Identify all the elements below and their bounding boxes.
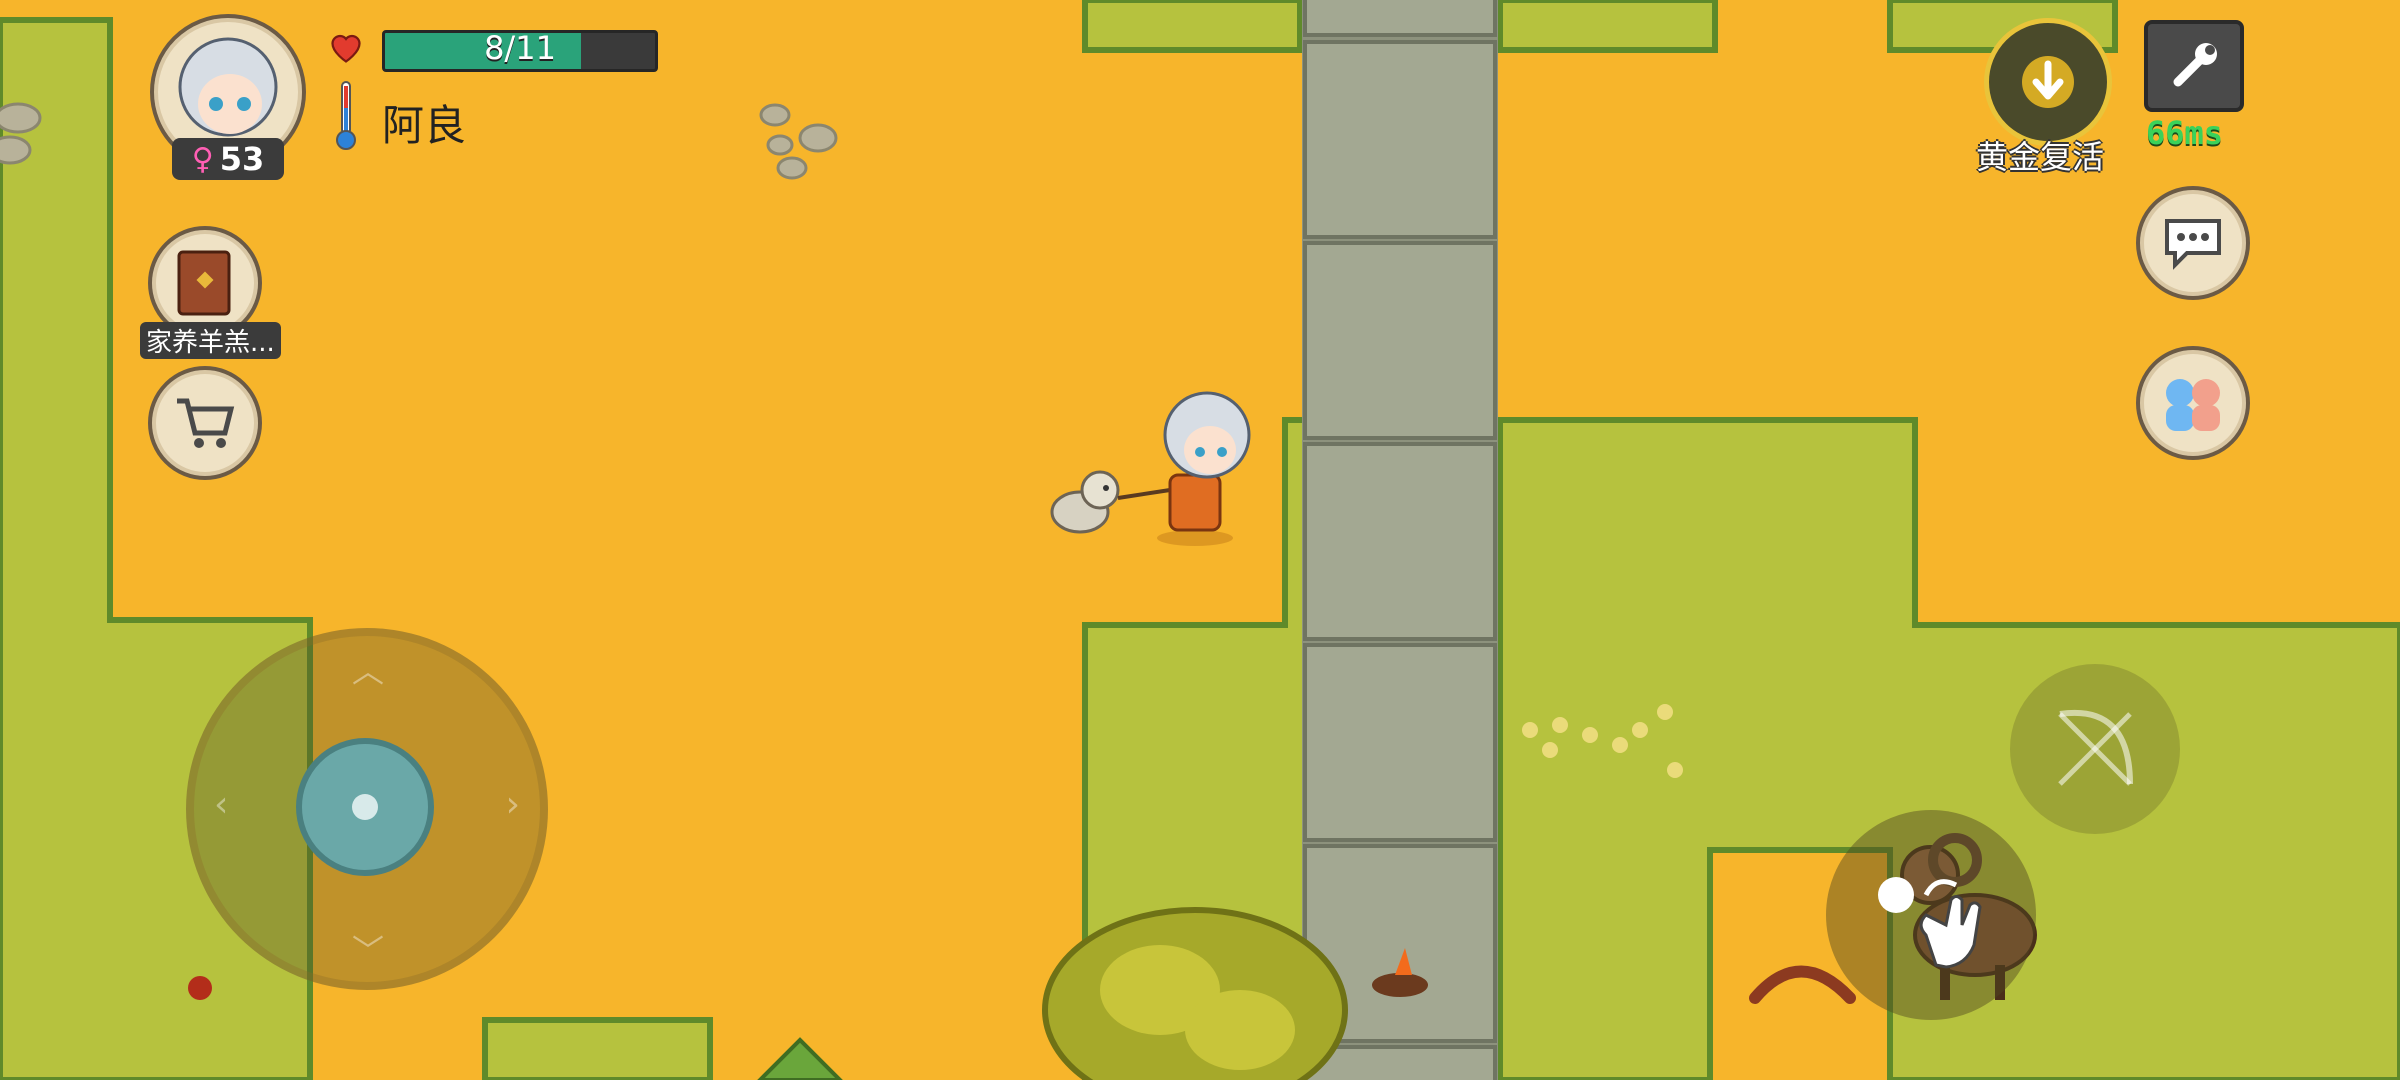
bow-icon	[2058, 709, 2133, 786]
avatar-face-icon	[178, 37, 278, 137]
stone-path	[1302, 0, 1498, 1080]
bush	[1042, 907, 1348, 1080]
arrow-down-icon	[2022, 56, 2074, 108]
tree-top	[757, 1037, 843, 1080]
shopping-cart-icon	[177, 398, 235, 448]
golden-revive-button[interactable]	[1984, 18, 2112, 146]
heart-icon	[328, 30, 364, 66]
wrench-icon	[2173, 43, 2217, 87]
berry[interactable]	[188, 976, 212, 1000]
health-bar: 8/11	[382, 30, 658, 72]
joystick-center-dot-icon	[352, 794, 378, 820]
joystick-thumb[interactable]	[296, 738, 434, 876]
female-icon: ♀	[191, 141, 214, 177]
shop-button[interactable]	[148, 366, 262, 480]
joystick-right-arrow-icon: ›	[505, 784, 520, 825]
interact-button[interactable]	[1826, 810, 2036, 1020]
friends-button[interactable]	[2136, 346, 2250, 460]
ping-text: 66ms	[2146, 114, 2224, 152]
boomerang[interactable]	[1749, 965, 1856, 1004]
settings-button[interactable]	[2144, 20, 2244, 112]
speech-bubble-icon	[2165, 219, 2221, 270]
chat-button[interactable]	[2136, 186, 2250, 300]
age-badge: ♀ 53	[172, 138, 284, 180]
book-icon	[177, 250, 231, 316]
joystick-up-arrow-icon: ︿	[352, 652, 385, 690]
bow-attack-button[interactable]	[2010, 664, 2180, 834]
thermometer-icon	[334, 80, 358, 152]
grab-hand-icon	[1878, 877, 1982, 969]
player-character[interactable]	[1157, 391, 1251, 546]
player-name: 阿良	[382, 101, 467, 150]
health-text: 8/11	[484, 30, 556, 67]
age-value: 53	[219, 140, 265, 178]
two-people-icon	[2166, 379, 2220, 431]
joystick-left-arrow-icon: ‹	[214, 784, 229, 825]
golden-revive-label: 黄金复活	[1976, 138, 2105, 176]
quest-book-label: 家养羊羔...	[140, 322, 281, 359]
joystick-down-arrow-icon: ﹀	[352, 932, 385, 970]
movement-joystick[interactable]: ︿ ﹀ ‹ ›	[186, 628, 548, 990]
dog[interactable]	[1050, 470, 1171, 534]
